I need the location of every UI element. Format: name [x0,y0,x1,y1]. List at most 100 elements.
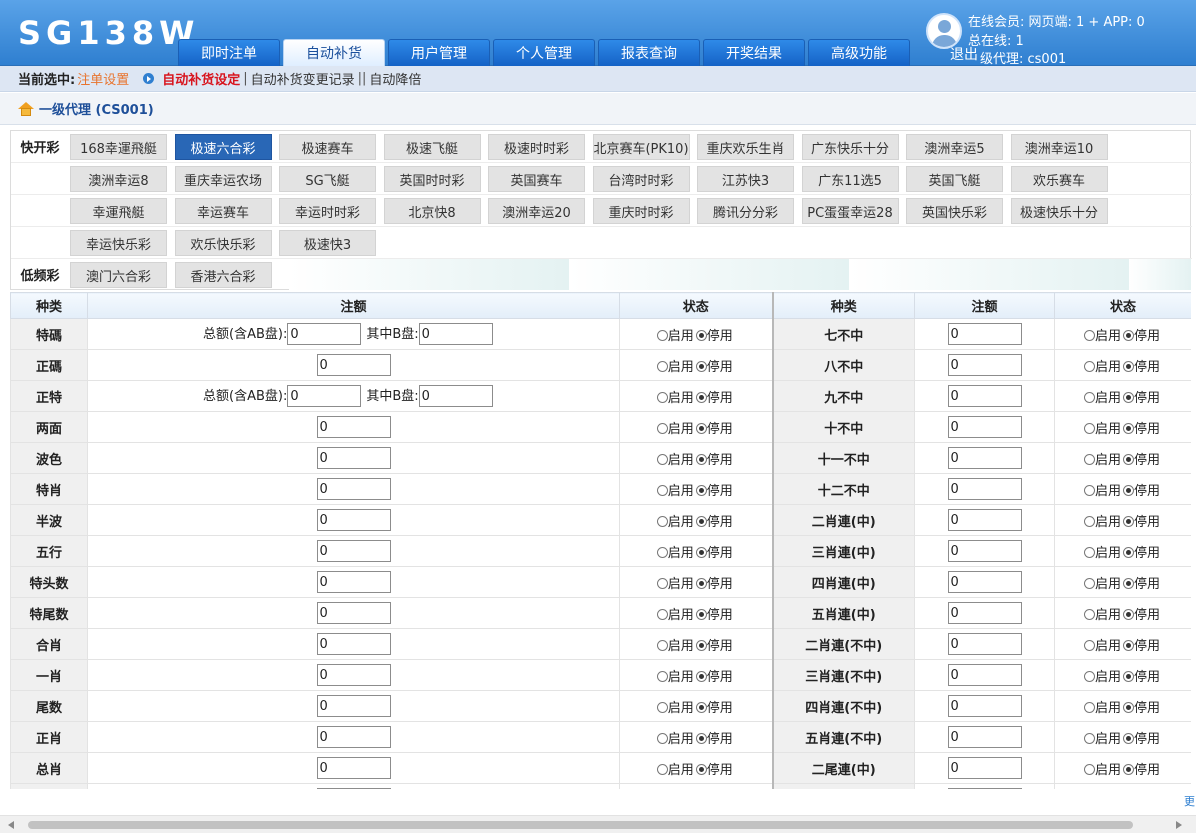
enable-radio[interactable] [656,391,668,403]
enable-radio[interactable] [1083,577,1095,589]
restock-change-log-link[interactable]: 自动补货变更记录 [251,69,355,88]
disable-radio[interactable] [695,329,707,341]
disable-radio[interactable] [1123,515,1134,527]
disable-radio[interactable] [1123,422,1134,434]
enable-radio[interactable] [656,701,668,713]
lottery-tab[interactable]: 重庆时时彩 [592,198,690,224]
disable-radio[interactable] [1123,670,1134,682]
lottery-tab[interactable]: 极速飞艇 [383,134,481,160]
disable-radio[interactable] [1123,701,1134,713]
nav-tab[interactable]: 高级功能 [808,39,910,66]
amount-input[interactable] [316,695,391,717]
enable-radio[interactable] [656,422,668,434]
amount-input[interactable] [316,602,391,624]
enable-radio[interactable] [1083,515,1095,527]
amount-input[interactable] [316,354,391,376]
disable-radio[interactable] [695,422,707,434]
lottery-tab[interactable]: 英国飞艇 [906,166,1003,192]
amount-input[interactable] [947,602,1022,624]
amount-input[interactable] [947,540,1022,562]
nav-tab[interactable]: 即时注单 [178,39,280,66]
enable-radio[interactable] [656,515,668,527]
lottery-tab[interactable]: 欢乐赛车 [1010,166,1108,192]
auto-reduce-odds-link[interactable]: 自动降倍 [369,69,421,88]
disable-radio[interactable] [695,701,707,713]
disable-radio[interactable] [695,515,707,527]
enable-radio[interactable] [656,639,668,651]
disable-radio[interactable] [695,453,707,465]
amount-input[interactable] [947,664,1022,686]
total-amount-input[interactable] [287,323,362,346]
enable-radio[interactable] [656,453,668,465]
amount-input[interactable] [316,633,391,655]
lottery-tab[interactable]: 台湾时时彩 [592,166,690,192]
lottery-tab[interactable]: 极速赛车 [279,134,376,160]
enable-radio[interactable] [1083,608,1095,620]
enable-radio[interactable] [656,484,668,496]
disable-radio[interactable] [1123,608,1134,620]
lottery-tab[interactable]: 澳洲幸运10 [1010,134,1108,160]
lottery-tab[interactable]: 江苏快3 [697,166,794,192]
enable-radio[interactable] [1083,329,1095,341]
disable-radio[interactable] [695,608,707,620]
amount-input[interactable] [316,416,391,438]
enable-radio[interactable] [656,577,668,589]
amount-input[interactable] [316,478,391,500]
b-plate-input[interactable] [418,385,493,408]
amount-input[interactable] [316,788,391,789]
lottery-tab[interactable]: 澳洲幸运20 [488,198,585,224]
lottery-tab[interactable]: 重庆欢乐生肖 [697,134,794,160]
disable-radio[interactable] [1123,639,1134,651]
amount-input[interactable] [947,788,1022,789]
lottery-tab[interactable]: 腾讯分分彩 [697,198,794,224]
lottery-tab[interactable]: 168幸運飛艇 [70,134,167,160]
amount-input[interactable] [947,633,1022,655]
lottery-tab[interactable]: 澳门六合彩 [70,262,167,288]
disable-radio[interactable] [1123,577,1134,589]
amount-input[interactable] [947,323,1022,345]
enable-radio[interactable] [1083,732,1095,744]
lottery-tab[interactable]: 欢乐快乐彩 [174,230,272,256]
disable-radio[interactable] [1123,391,1134,403]
amount-input[interactable] [947,447,1022,469]
disable-radio[interactable] [1123,329,1134,341]
disable-radio[interactable] [695,546,707,558]
amount-input[interactable] [316,509,391,531]
lottery-tab[interactable]: 幸运快乐彩 [70,230,167,256]
lottery-tab[interactable]: PC蛋蛋幸运28 [801,198,899,224]
lottery-tab[interactable]: 幸運飛艇 [70,198,167,224]
disable-radio[interactable] [695,732,707,744]
amount-input[interactable] [947,478,1022,500]
enable-radio[interactable] [1083,484,1095,496]
nav-tab[interactable]: 个人管理 [493,39,595,66]
lottery-tab[interactable]: 澳洲幸运5 [906,134,1003,160]
amount-input[interactable] [316,540,391,562]
enable-radio[interactable] [656,732,668,744]
disable-radio[interactable] [1123,453,1134,465]
enable-radio[interactable] [1083,546,1095,558]
amount-input[interactable] [316,447,391,469]
disable-radio[interactable] [1123,763,1134,775]
lottery-tab[interactable]: 广东11选5 [801,166,899,192]
enable-radio[interactable] [1083,453,1095,465]
amount-input[interactable] [947,385,1022,407]
amount-input[interactable] [316,664,391,686]
lottery-tab[interactable]: 幸运赛车 [174,198,272,224]
auto-restock-settings-link[interactable]: 自动补货设定 [162,69,240,88]
enable-radio[interactable] [1083,763,1095,775]
disable-radio[interactable] [695,391,707,403]
lottery-tab[interactable]: 北京快8 [383,198,481,224]
disable-radio[interactable] [1123,484,1134,496]
amount-input[interactable] [947,354,1022,376]
disable-radio[interactable] [1123,546,1134,558]
disable-radio[interactable] [695,484,707,496]
horizontal-scrollbar[interactable] [0,815,1196,833]
b-plate-input[interactable] [418,323,493,346]
lottery-tab[interactable]: 香港六合彩 [174,262,272,288]
lottery-tab[interactable]: 北京赛车(PK10) [592,134,690,160]
nav-tab[interactable]: 用户管理 [388,39,490,66]
enable-radio[interactable] [1083,701,1095,713]
amount-input[interactable] [947,509,1022,531]
nav-tab[interactable]: 开奖结果 [703,39,805,66]
amount-input[interactable] [316,757,391,779]
